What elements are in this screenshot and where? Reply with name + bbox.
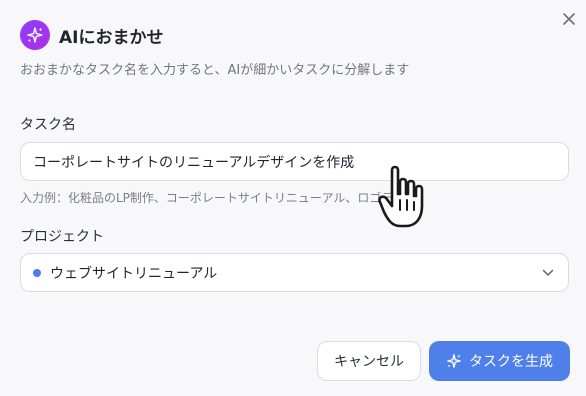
cancel-button-label: キャンセル (334, 354, 404, 370)
project-label: プロジェクト (20, 229, 104, 245)
project-color-dot (33, 268, 41, 277)
cancel-button[interactable]: キャンセル (317, 341, 421, 381)
project-selected-value: ウェブサイトリニューアル (50, 265, 218, 282)
sparkle-icon (446, 353, 462, 369)
ai-task-dialog: AIにおまかせ おおまかなタスク名を入力すると、AIが細かいタスクに分解します … (0, 0, 586, 396)
dialog-header: AIにおまかせ (20, 20, 163, 50)
sparkle-icon (27, 27, 43, 43)
task-name-hint: 入力例：化粧品のLP制作、コーポレートサイトリニューアル、ロゴデ (20, 191, 394, 205)
close-icon (563, 13, 575, 25)
close-button[interactable] (558, 8, 580, 30)
ai-badge (20, 20, 50, 50)
generate-button-label: タスクを生成 (469, 354, 553, 370)
chevron-down-icon (540, 265, 556, 281)
generate-tasks-button[interactable]: タスクを生成 (429, 341, 570, 381)
dialog-title: AIにおまかせ (59, 27, 164, 48)
task-name-input[interactable] (20, 142, 569, 181)
dialog-subtitle: おおまかなタスク名を入力すると、AIが細かいタスクに分解します (20, 63, 410, 78)
task-name-label: タスク名 (20, 117, 76, 133)
project-select[interactable]: ウェブサイトリニューアル (20, 253, 569, 292)
